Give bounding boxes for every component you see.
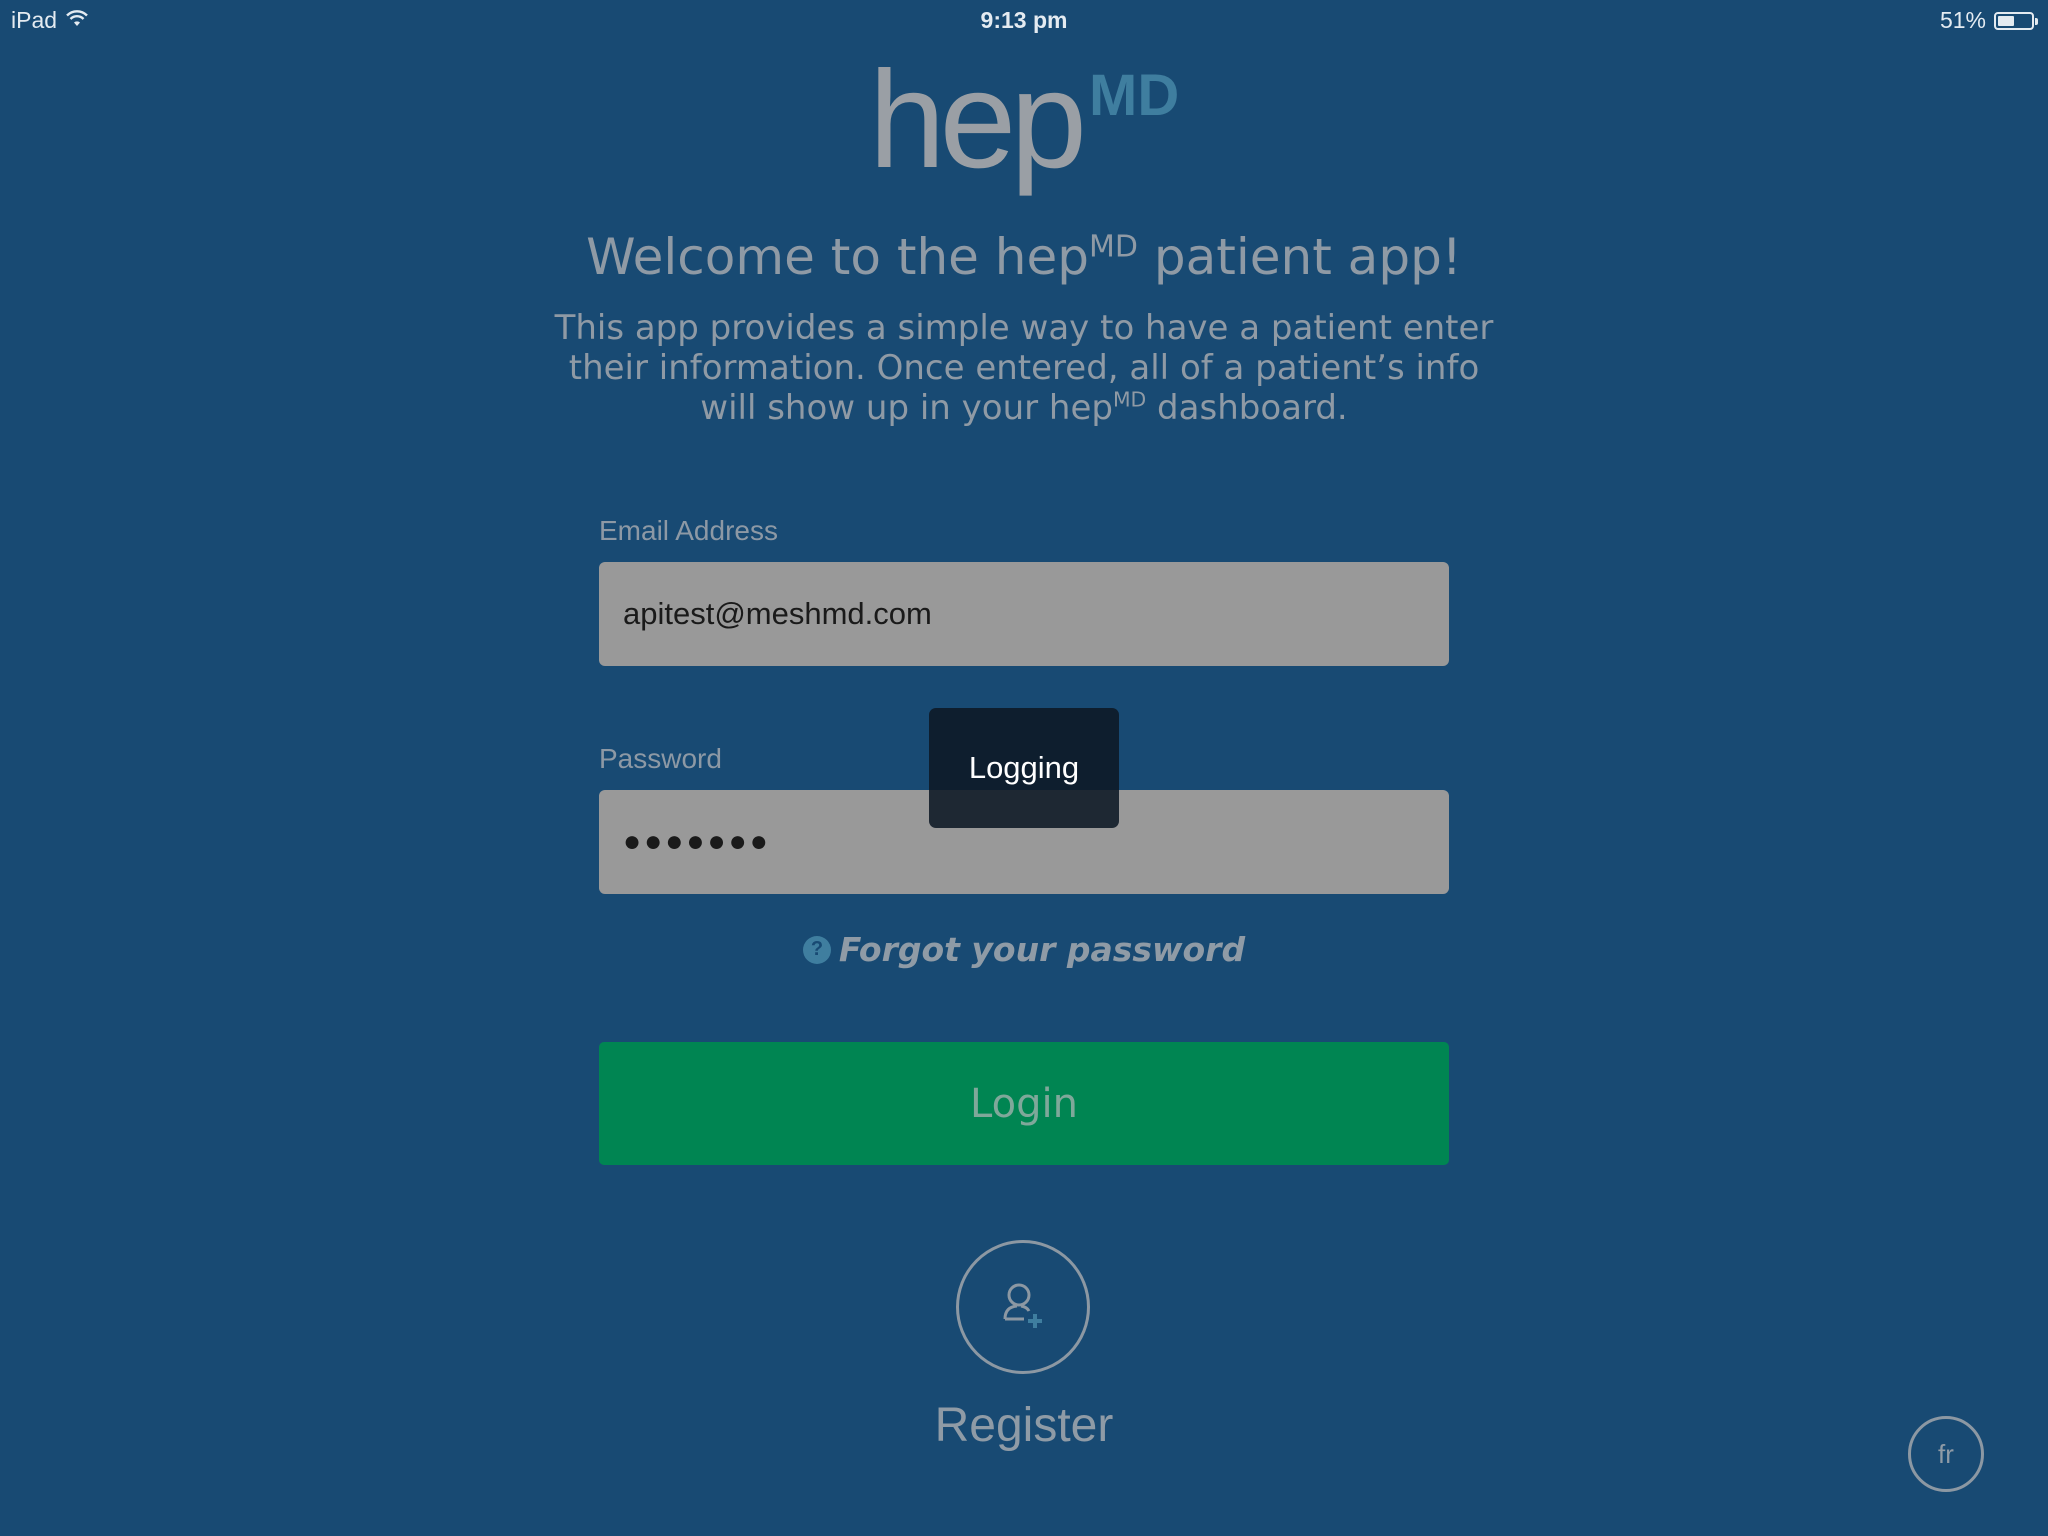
battery-percent: 51% [1939,7,1986,33]
welcome-prefix: Welcome to the hep [586,228,1089,286]
app-logo: hep MD [0,50,2048,190]
login-screen: iPad 9:13 pm 51% hep MD Welcome to the he… [0,0,2048,1536]
forgot-password-text: Forgot your password [838,930,1246,969]
welcome-suffix: patient app! [1137,228,1462,286]
status-bar-right: 51% [1939,7,2038,34]
welcome-heading: Welcome to the hepMD patient app! [0,228,2048,286]
description-line-3-sup: MD [1112,387,1147,412]
password-label: Password [599,743,722,774]
description-line-1: This app provides a simple way to have a… [554,308,1494,348]
login-button[interactable]: Login [599,1042,1449,1165]
welcome-sup: MD [1088,229,1138,265]
forgot-password-link[interactable]: ? Forgot your password [0,930,2048,969]
email-value: apitest@meshmd.com [623,596,932,631]
register-label[interactable]: Register [0,1398,2048,1453]
description-line-3: will show up in your hepMD dashboard. [500,388,1548,428]
battery-level-fill [1998,15,2014,26]
logo-hep: hep [868,43,1087,197]
description-line-3-suffix: dashboard. [1146,388,1348,428]
email-field[interactable]: apitest@meshmd.com [599,562,1449,666]
logo-md: MD [1089,63,1180,128]
password-value: ●●●●●●● [623,825,771,858]
question-icon: ? [802,935,831,964]
description-line-2: their information. Once entered, all of … [568,348,1480,388]
language-label: fr [1938,1438,1954,1469]
login-button-label: Login [970,1080,1078,1127]
loading-overlay: Logging [929,708,1119,828]
language-toggle-button[interactable]: fr [1908,1416,1984,1492]
description-line-3-prefix: will show up in your hep [700,388,1113,428]
status-time: 9:13 pm [980,7,1068,33]
register-button[interactable] [956,1240,1090,1374]
app-description: This app provides a simple way to have a… [500,308,1548,428]
battery-icon [1994,11,2038,30]
add-user-icon [991,1273,1055,1341]
email-label: Email Address [599,515,778,546]
loading-text: Logging [968,750,1080,785]
status-bar: iPad 9:13 pm 51% [0,0,2048,42]
